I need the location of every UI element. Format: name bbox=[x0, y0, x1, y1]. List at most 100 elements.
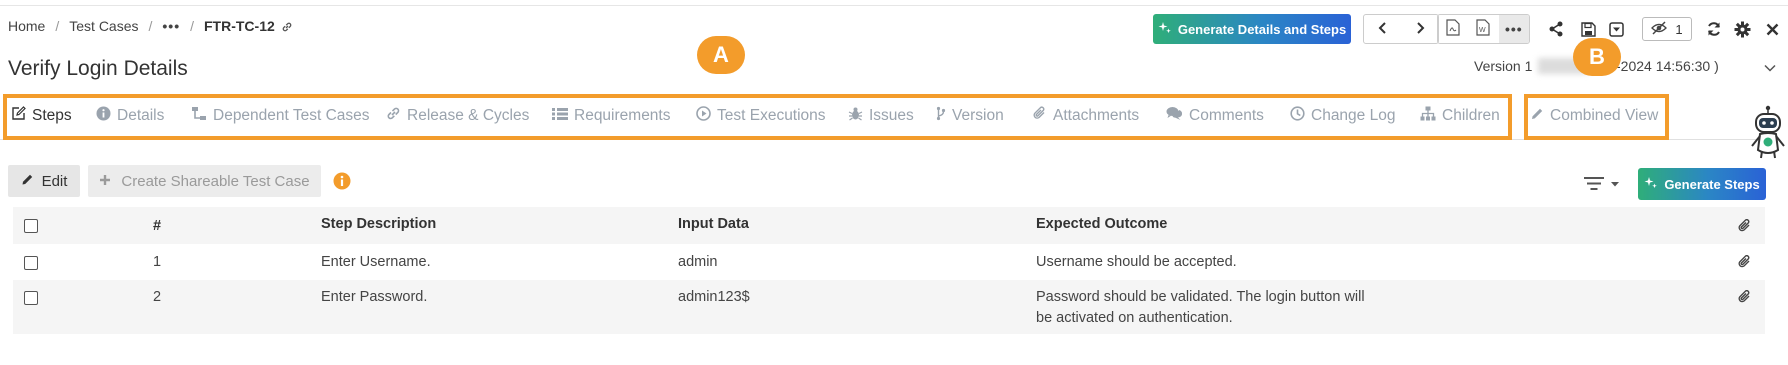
record-navigation bbox=[1363, 14, 1439, 44]
refresh-icon[interactable] bbox=[1704, 19, 1724, 39]
paperclip-icon[interactable] bbox=[1738, 290, 1752, 304]
tab-label: Test Executions bbox=[717, 107, 826, 124]
pencil-icon bbox=[1530, 107, 1544, 126]
watch-toggle[interactable]: 1 bbox=[1642, 17, 1692, 41]
header-num: # bbox=[153, 218, 162, 234]
row-expected-outcome-line2: be activated on authentication. bbox=[1036, 310, 1233, 326]
tab-label: Release & Cycles bbox=[407, 107, 530, 124]
select-all-checkbox[interactable] bbox=[24, 219, 38, 233]
row-input-data: admin123$ bbox=[678, 289, 750, 305]
tab-label: Issues bbox=[869, 107, 914, 124]
tab-label: Version bbox=[952, 107, 1004, 124]
tab-label: Dependent Test Cases bbox=[213, 107, 370, 124]
dropdown-box-icon[interactable] bbox=[1606, 19, 1626, 39]
export-more-button[interactable]: ••• bbox=[1498, 15, 1529, 43]
table-header-row: # Step Description Input Data Expected O… bbox=[13, 207, 1765, 244]
filter-icon[interactable] bbox=[1583, 176, 1623, 195]
breadcrumb: Home / Test Cases / ••• / FTR-TC-12 bbox=[8, 18, 293, 34]
breadcrumb-home[interactable]: Home bbox=[8, 18, 45, 34]
table-row: 2 Enter Password. admin123$ Password sho… bbox=[13, 280, 1765, 334]
chevron-right-icon bbox=[1415, 21, 1425, 37]
gear-icon[interactable] bbox=[1732, 19, 1752, 39]
row-expected-outcome-line1: Password should be validated. The login … bbox=[1036, 289, 1365, 305]
row-num: 2 bbox=[153, 289, 162, 305]
breadcrumb-separator: / bbox=[55, 18, 60, 34]
header-expected-outcome: Expected Outcome bbox=[1036, 216, 1168, 232]
paperclip-icon bbox=[1033, 106, 1047, 126]
tab-change-log[interactable]: Change Log bbox=[1290, 105, 1395, 127]
export-group: W ••• bbox=[1437, 14, 1530, 44]
chevron-left-icon bbox=[1378, 21, 1388, 37]
tab-children[interactable]: Children bbox=[1420, 105, 1500, 127]
header-step-description: Step Description bbox=[321, 216, 437, 232]
export-pdf-button[interactable] bbox=[1438, 15, 1468, 43]
assistant-bot[interactable] bbox=[1748, 104, 1788, 160]
version-label: Version 1 bbox=[1474, 58, 1533, 74]
top-divider bbox=[0, 5, 1788, 6]
link-icon[interactable] bbox=[281, 20, 293, 32]
paperclip-icon[interactable] bbox=[1738, 255, 1752, 269]
generate-details-label: Generate Details and Steps bbox=[1177, 21, 1347, 37]
play-circle-icon bbox=[696, 106, 711, 126]
breadcrumb-test-cases[interactable]: Test Cases bbox=[69, 18, 138, 34]
paperclip-icon[interactable] bbox=[1738, 219, 1752, 233]
tab-issues[interactable]: Issues bbox=[848, 105, 914, 127]
branch-icon bbox=[936, 106, 946, 126]
tab-steps[interactable]: Steps bbox=[11, 105, 72, 127]
create-shareable-test-case-button[interactable]: Create Shareable Test Case bbox=[88, 165, 321, 197]
plus-icon bbox=[99, 173, 111, 190]
steps-table: # Step Description Input Data Expected O… bbox=[13, 207, 1765, 334]
marker-a: A bbox=[697, 36, 745, 74]
info-circle-icon bbox=[96, 106, 111, 126]
table-row: 1 Enter Username. admin Username should … bbox=[13, 244, 1765, 280]
tab-label: Attachments bbox=[1053, 107, 1140, 124]
tab-version[interactable]: Version bbox=[936, 105, 1004, 127]
svg-text:W: W bbox=[1479, 27, 1486, 34]
tab-dependent-test-cases[interactable]: Dependent Test Cases bbox=[191, 105, 370, 127]
row-input-data: admin bbox=[678, 254, 718, 270]
word-file-icon: W bbox=[1476, 19, 1491, 39]
row-checkbox[interactable] bbox=[24, 291, 38, 305]
share-icon[interactable] bbox=[1546, 19, 1566, 39]
tab-label: Details bbox=[117, 107, 165, 124]
pencil-icon bbox=[21, 173, 34, 190]
tab-label: Children bbox=[1442, 107, 1500, 124]
row-step-description: Enter Password. bbox=[321, 289, 428, 305]
close-icon[interactable] bbox=[1762, 19, 1782, 39]
tab-test-executions[interactable]: Test Executions bbox=[696, 105, 826, 127]
generate-steps-label: Generate Steps bbox=[1664, 176, 1760, 192]
row-expected-outcome: Username should be accepted. bbox=[1036, 254, 1237, 270]
sparkle-icon bbox=[1158, 21, 1172, 38]
tab-release-cycles[interactable]: Release & Cycles bbox=[386, 105, 529, 127]
marker-b: B bbox=[1573, 38, 1621, 76]
tab-combined-view[interactable]: Combined View bbox=[1530, 105, 1658, 127]
generate-steps-button[interactable]: Generate Steps bbox=[1638, 168, 1766, 200]
edit-icon bbox=[11, 106, 26, 126]
tab-details[interactable]: Details bbox=[96, 105, 164, 127]
tab-label: Steps bbox=[32, 107, 72, 124]
tab-label: Comments bbox=[1189, 107, 1264, 124]
edit-label: Edit bbox=[41, 172, 68, 190]
previous-record-button[interactable] bbox=[1364, 15, 1401, 43]
clock-icon bbox=[1290, 106, 1305, 126]
page-title: Verify Login Details bbox=[8, 57, 188, 80]
tab-comments[interactable]: Comments bbox=[1166, 105, 1264, 127]
next-record-button[interactable] bbox=[1401, 15, 1438, 43]
tab-label: Combined View bbox=[1550, 107, 1659, 124]
chevron-down-icon[interactable] bbox=[1764, 60, 1776, 76]
info-icon[interactable] bbox=[333, 172, 351, 190]
generate-details-and-steps-button[interactable]: Generate Details and Steps bbox=[1153, 14, 1351, 44]
tab-attachments[interactable]: Attachments bbox=[1033, 105, 1139, 127]
row-checkbox[interactable] bbox=[24, 256, 38, 270]
edit-button[interactable]: Edit bbox=[8, 165, 80, 197]
breadcrumb-separator: / bbox=[190, 18, 194, 34]
create-shareable-label: Create Shareable Test Case bbox=[121, 172, 310, 190]
hierarchy-icon bbox=[1420, 106, 1436, 126]
export-word-button[interactable]: W bbox=[1468, 15, 1498, 43]
save-icon[interactable] bbox=[1578, 19, 1598, 39]
tab-requirements[interactable]: Requirements bbox=[552, 105, 671, 127]
breadcrumb-more[interactable]: ••• bbox=[162, 18, 180, 34]
row-num: 1 bbox=[153, 254, 162, 270]
tab-label: Requirements bbox=[574, 107, 671, 124]
breadcrumb-separator: / bbox=[148, 18, 153, 34]
